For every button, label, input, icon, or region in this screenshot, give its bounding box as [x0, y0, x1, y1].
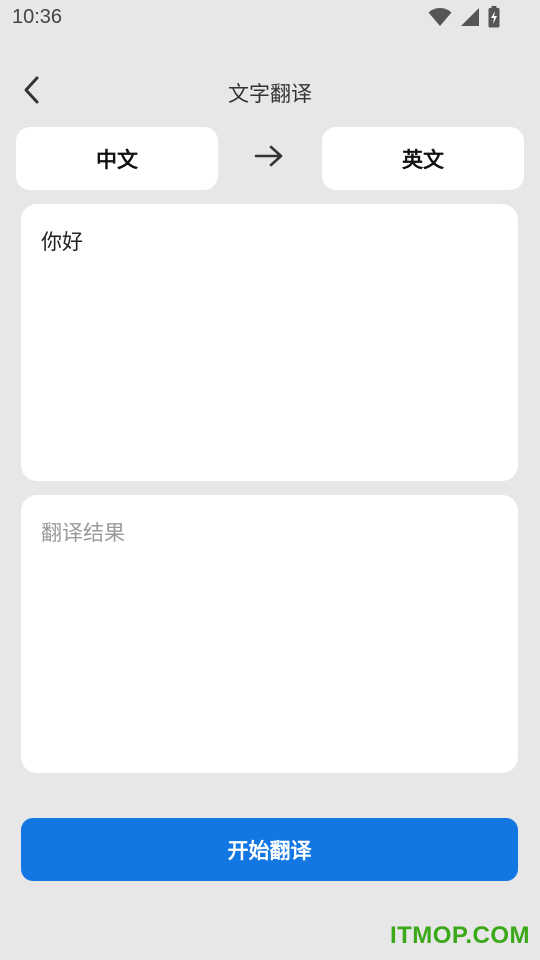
app-bar: 文字翻译	[0, 64, 540, 120]
status-time: 10:36	[12, 6, 63, 28]
watermark-logo: ITMOP.COM	[389, 922, 530, 949]
result-card: 翻译结果	[21, 495, 518, 773]
page-title: 文字翻译	[228, 82, 312, 106]
battery-charging-icon	[488, 6, 500, 28]
arrow-right-icon	[254, 144, 284, 172]
wifi-icon	[428, 7, 452, 27]
status-icons	[428, 6, 500, 28]
start-translate-label: 开始翻译	[227, 838, 312, 863]
source-text-input[interactable]: 你好	[41, 226, 496, 456]
target-language-button[interactable]: 英文	[322, 127, 524, 190]
source-language-label: 中文	[96, 147, 138, 172]
cellular-signal-icon	[460, 7, 480, 27]
source-text-card: 你好	[21, 204, 518, 481]
translate-screen: 10:36 文字翻译 中文 英文 你好 翻译结果 开始翻译 ITMOP.COM	[0, 0, 540, 960]
source-language-button[interactable]: 中文	[16, 127, 218, 190]
translation-result-placeholder: 翻译结果	[41, 521, 125, 545]
start-translate-button[interactable]: 开始翻译	[21, 818, 518, 881]
target-language-label: 英文	[402, 147, 444, 172]
swap-languages-button[interactable]	[252, 143, 286, 173]
status-bar: 10:36	[0, 0, 540, 36]
language-selector: 中文 英文	[16, 127, 524, 190]
